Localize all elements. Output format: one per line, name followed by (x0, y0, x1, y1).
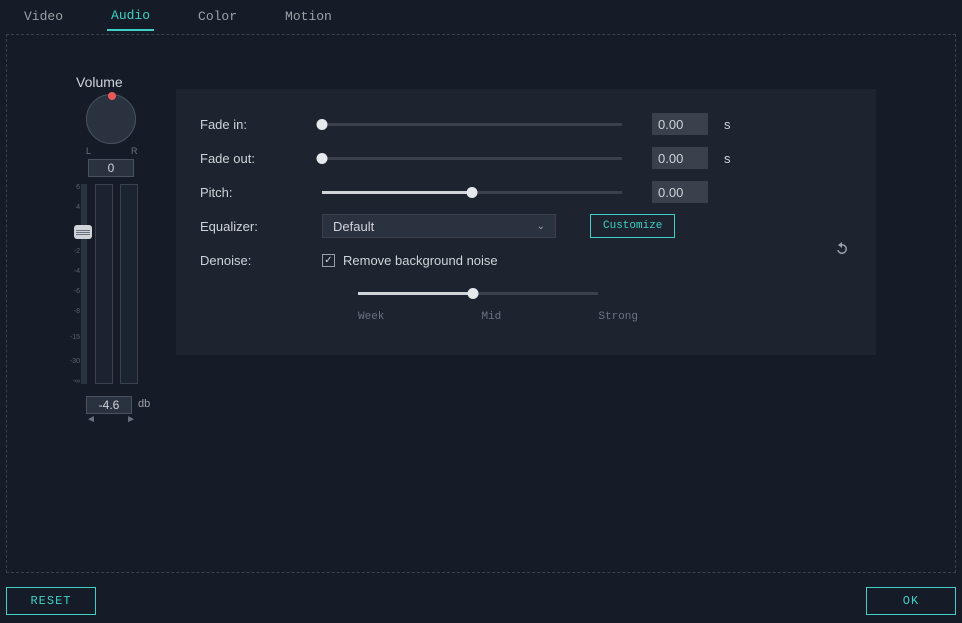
fade-in-slider[interactable] (322, 114, 622, 134)
pan-label-right: R (131, 146, 138, 156)
volume-heading: Volume (76, 74, 123, 90)
reset-denoise-icon[interactable] (834, 241, 850, 260)
pan-label-left: L (86, 146, 91, 156)
fade-in-label: Fade in: (200, 117, 310, 132)
equalizer-row: Equalizer: Default ⌄ Customize (200, 209, 852, 243)
footer: RESET OK (6, 587, 956, 615)
tick: -8 (74, 308, 80, 315)
denoise-strength-labels: Week Mid Strong (358, 311, 638, 323)
pan-value-input[interactable] (88, 159, 134, 177)
tick: -4 (74, 268, 80, 275)
level-meter-right (120, 184, 138, 384)
nudge-arrows: ◄ ► (86, 414, 136, 425)
equalizer-select[interactable]: Default ⌄ (322, 214, 556, 238)
fade-in-row: Fade in: s (200, 107, 852, 141)
tabs-bar: Video Audio Color Motion (0, 0, 962, 32)
pan-knob[interactable] (86, 94, 136, 144)
equalizer-selected: Default (333, 219, 374, 234)
db-unit-label: db (138, 398, 150, 410)
fade-in-unit: s (724, 117, 731, 132)
tick: -6 (74, 288, 80, 295)
db-value-input[interactable] (86, 396, 132, 414)
tick: -15 (70, 334, 80, 341)
tick: 6 (76, 184, 80, 191)
tick: 4 (76, 204, 80, 211)
tab-video[interactable]: Video (20, 3, 67, 30)
level-meter-left (95, 184, 113, 384)
denoise-row: Denoise: ✓ Remove background noise (200, 243, 852, 277)
fade-out-label: Fade out: (200, 151, 310, 166)
pitch-value[interactable] (652, 181, 708, 203)
denoise-mid-label: Mid (481, 311, 501, 323)
tab-color[interactable]: Color (194, 3, 241, 30)
equalizer-label: Equalizer: (200, 219, 310, 234)
tick: -∞ (73, 378, 80, 385)
tab-audio[interactable]: Audio (107, 2, 154, 31)
settings-card: Fade in: s Fade out: s Pitch: (176, 89, 876, 355)
denoise-strength-wrap: Week Mid Strong (358, 283, 638, 323)
volume-slider-track[interactable] (81, 184, 87, 384)
pitch-label: Pitch: (200, 185, 310, 200)
meter-ticks: 6 4 0 -2 -4 -6 -8 -15 -30 -∞ (64, 184, 80, 384)
pitch-row: Pitch: (200, 175, 852, 209)
chevron-down-icon: ⌄ (537, 221, 545, 232)
fade-out-unit: s (724, 151, 731, 166)
denoise-label: Denoise: (200, 253, 310, 268)
volume-slider-thumb[interactable] (74, 225, 92, 239)
denoise-strong-label: Strong (598, 311, 638, 323)
audio-panel: Volume L R 6 4 0 -2 -4 -6 -8 -15 -30 -∞ … (6, 34, 956, 573)
nudge-right-icon[interactable]: ► (126, 414, 136, 425)
pitch-slider[interactable] (322, 182, 622, 202)
fade-out-value[interactable] (652, 147, 708, 169)
fade-out-row: Fade out: s (200, 141, 852, 175)
denoise-checkbox-label: Remove background noise (343, 253, 498, 268)
tick: -30 (70, 358, 80, 365)
volume-meter-area: 6 4 0 -2 -4 -6 -8 -15 -30 -∞ (56, 184, 156, 384)
tab-motion[interactable]: Motion (281, 3, 336, 30)
nudge-left-icon[interactable]: ◄ (86, 414, 96, 425)
ok-button[interactable]: OK (866, 587, 956, 615)
denoise-strength-slider[interactable] (358, 283, 598, 303)
denoise-checkbox-wrap: ✓ Remove background noise (322, 253, 498, 268)
reset-button[interactable]: RESET (6, 587, 96, 615)
tick: -2 (74, 248, 80, 255)
customize-button[interactable]: Customize (590, 214, 675, 238)
denoise-checkbox[interactable]: ✓ (322, 254, 335, 267)
denoise-weak-label: Week (358, 311, 384, 323)
fade-in-value[interactable] (652, 113, 708, 135)
fade-out-slider[interactable] (322, 148, 622, 168)
